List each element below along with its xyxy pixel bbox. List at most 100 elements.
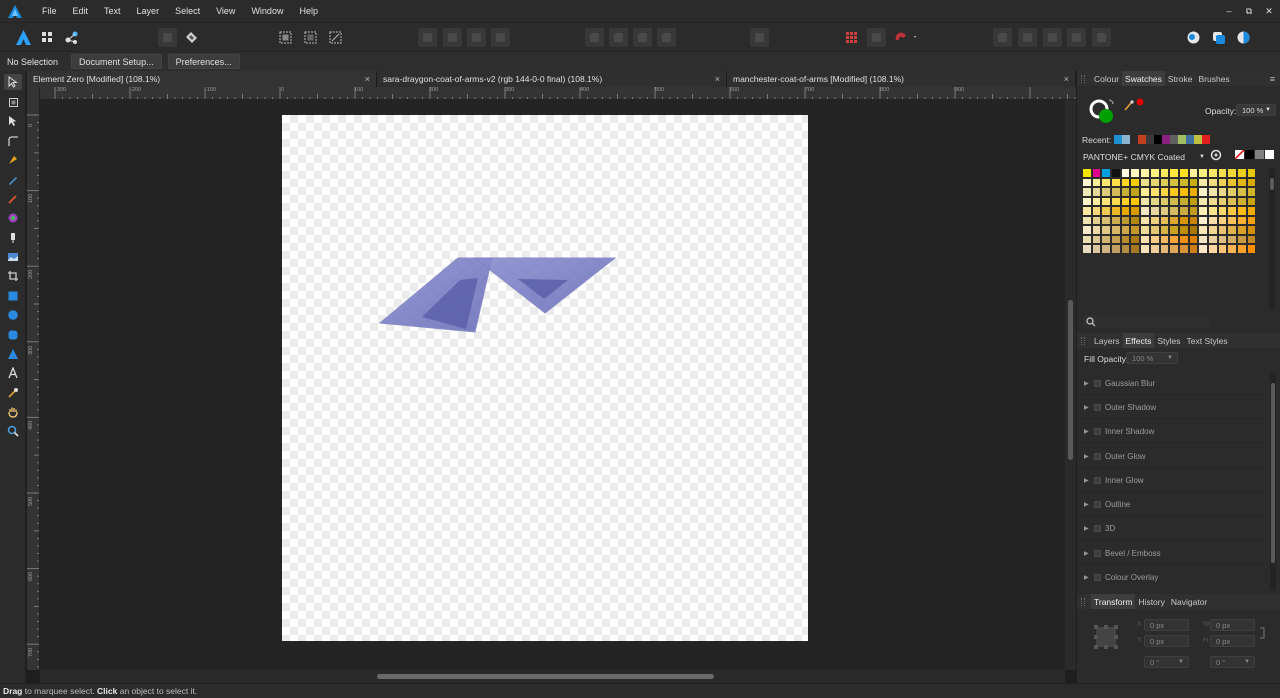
swatch[interactable] bbox=[1159, 177, 1170, 187]
swatch[interactable] bbox=[1140, 244, 1150, 254]
swatch[interactable] bbox=[1140, 215, 1150, 225]
expand-icon[interactable]: ▶ bbox=[1084, 380, 1092, 387]
force-pixel-alignment-icon[interactable] bbox=[867, 28, 886, 47]
tab-effects[interactable]: Effects bbox=[1122, 333, 1155, 348]
swatch[interactable] bbox=[1130, 168, 1141, 178]
recent-swatch[interactable] bbox=[1122, 135, 1130, 144]
boolean-xor-icon[interactable] bbox=[1067, 28, 1086, 47]
fill-stroke-selector[interactable] bbox=[1089, 98, 1119, 126]
flip-vertical-icon[interactable] bbox=[609, 28, 628, 47]
swatch[interactable] bbox=[1111, 225, 1121, 235]
swatch[interactable] bbox=[1178, 177, 1189, 187]
recent-swatch[interactable] bbox=[1162, 135, 1170, 144]
swatch[interactable] bbox=[1111, 234, 1121, 244]
insert-front-icon[interactable] bbox=[491, 28, 510, 47]
swatch[interactable] bbox=[1227, 168, 1237, 178]
tab-navigator[interactable]: Navigator bbox=[1168, 594, 1210, 609]
swatch[interactable] bbox=[1207, 187, 1218, 197]
menu-text[interactable]: Text bbox=[96, 6, 129, 16]
swatch[interactable] bbox=[1217, 234, 1228, 244]
lock-aspect-icon[interactable] bbox=[1259, 627, 1265, 641]
swatch[interactable] bbox=[1140, 187, 1150, 197]
swatch[interactable] bbox=[1246, 206, 1257, 216]
corner-tool-icon[interactable] bbox=[4, 133, 22, 149]
swatch[interactable] bbox=[1217, 168, 1228, 178]
swatch[interactable] bbox=[1188, 187, 1199, 197]
flip-horizontal-icon[interactable] bbox=[585, 28, 604, 47]
swatch[interactable] bbox=[1188, 225, 1199, 235]
swatch[interactable] bbox=[1207, 177, 1218, 187]
white-swatch[interactable] bbox=[1265, 150, 1274, 159]
recent-swatch[interactable] bbox=[1170, 135, 1178, 144]
effect-inner-shadow[interactable]: ▶ Inner Shadow bbox=[1081, 420, 1267, 443]
swatch[interactable] bbox=[1178, 225, 1189, 235]
swatch[interactable] bbox=[1130, 187, 1141, 197]
swatch[interactable] bbox=[1101, 187, 1112, 197]
swatch[interactable] bbox=[1101, 206, 1112, 216]
effect-checkbox[interactable] bbox=[1094, 574, 1101, 581]
swatch[interactable] bbox=[1198, 187, 1208, 197]
assistant-icon[interactable] bbox=[158, 28, 177, 47]
recent-swatch[interactable] bbox=[1186, 135, 1194, 144]
swatch[interactable] bbox=[1111, 206, 1121, 216]
tab-layers[interactable]: Layers bbox=[1091, 333, 1123, 348]
effect-checkbox[interactable] bbox=[1094, 549, 1101, 557]
swatch[interactable] bbox=[1082, 234, 1092, 244]
insert-inside-icon[interactable] bbox=[467, 28, 486, 47]
hand-tool-icon[interactable] bbox=[4, 404, 22, 420]
effect-checkbox[interactable] bbox=[1094, 476, 1101, 484]
swatch[interactable] bbox=[1101, 225, 1112, 235]
insert-behind-icon[interactable] bbox=[418, 28, 437, 47]
swatch[interactable] bbox=[1149, 234, 1160, 244]
swatch[interactable] bbox=[1169, 187, 1179, 197]
swatch[interactable] bbox=[1178, 206, 1189, 216]
grey-swatch[interactable] bbox=[1255, 150, 1264, 159]
boolean-subtract-icon[interactable] bbox=[1018, 28, 1037, 47]
fill-tool-icon[interactable] bbox=[4, 210, 22, 226]
recent-swatches[interactable] bbox=[1114, 135, 1210, 144]
quick-swatches[interactable] bbox=[1235, 150, 1274, 159]
document-setup-button[interactable]: Document Setup... bbox=[71, 54, 162, 69]
tab-element-zero[interactable]: Element Zero [Modified] (108.1%) × bbox=[27, 71, 377, 87]
outline-view-icon[interactable] bbox=[326, 28, 345, 47]
black-swatch[interactable] bbox=[1245, 150, 1254, 159]
swatch[interactable] bbox=[1246, 177, 1257, 187]
swatch[interactable] bbox=[1149, 215, 1160, 225]
expand-icon[interactable]: ▶ bbox=[1084, 501, 1092, 508]
swatch[interactable] bbox=[1120, 225, 1131, 235]
affinity-designer-logo-icon[interactable] bbox=[0, 0, 30, 22]
effects-studio-icon[interactable] bbox=[1234, 28, 1253, 47]
swatch[interactable] bbox=[1159, 196, 1170, 206]
canvas-horizontal-scrollbar[interactable] bbox=[40, 670, 1065, 683]
effect-outline[interactable]: ▶ Outline bbox=[1081, 493, 1267, 516]
shear-field[interactable]: 0 ° ▼ bbox=[1210, 656, 1255, 668]
menu-window[interactable]: Window bbox=[243, 6, 291, 16]
swatch[interactable] bbox=[1082, 206, 1092, 216]
swatch[interactable] bbox=[1198, 234, 1208, 244]
swatch[interactable] bbox=[1169, 244, 1179, 254]
swatch[interactable] bbox=[1140, 196, 1150, 206]
menu-layer[interactable]: Layer bbox=[129, 6, 168, 16]
recent-swatch[interactable] bbox=[1154, 135, 1162, 144]
recent-swatch[interactable] bbox=[1146, 135, 1154, 144]
swatch[interactable] bbox=[1140, 234, 1150, 244]
effect-checkbox[interactable] bbox=[1094, 403, 1101, 411]
rotation-field[interactable]: 0 ° ▼ bbox=[1144, 656, 1189, 668]
snapping-icon[interactable] bbox=[182, 28, 201, 47]
swatch[interactable] bbox=[1091, 244, 1102, 254]
view-mode-icon[interactable] bbox=[276, 28, 295, 47]
menu-select[interactable]: Select bbox=[167, 6, 208, 16]
canvas-vertical-scrollbar[interactable] bbox=[1065, 100, 1076, 670]
swatch[interactable] bbox=[1246, 225, 1257, 235]
swatch[interactable] bbox=[1246, 196, 1257, 206]
swatch[interactable] bbox=[1188, 168, 1199, 178]
effect-colour-overlay[interactable]: ▶ Colour Overlay bbox=[1081, 566, 1267, 589]
swatch[interactable] bbox=[1198, 196, 1208, 206]
expand-icon[interactable]: ▶ bbox=[1084, 428, 1092, 435]
swatch[interactable] bbox=[1120, 168, 1131, 178]
menu-edit[interactable]: Edit bbox=[65, 6, 97, 16]
swatch[interactable] bbox=[1198, 168, 1208, 178]
swatch[interactable] bbox=[1140, 225, 1150, 235]
opacity-field[interactable]: 100 % ▼ bbox=[1236, 104, 1276, 116]
panel-grip-icon[interactable] bbox=[1081, 75, 1085, 83]
